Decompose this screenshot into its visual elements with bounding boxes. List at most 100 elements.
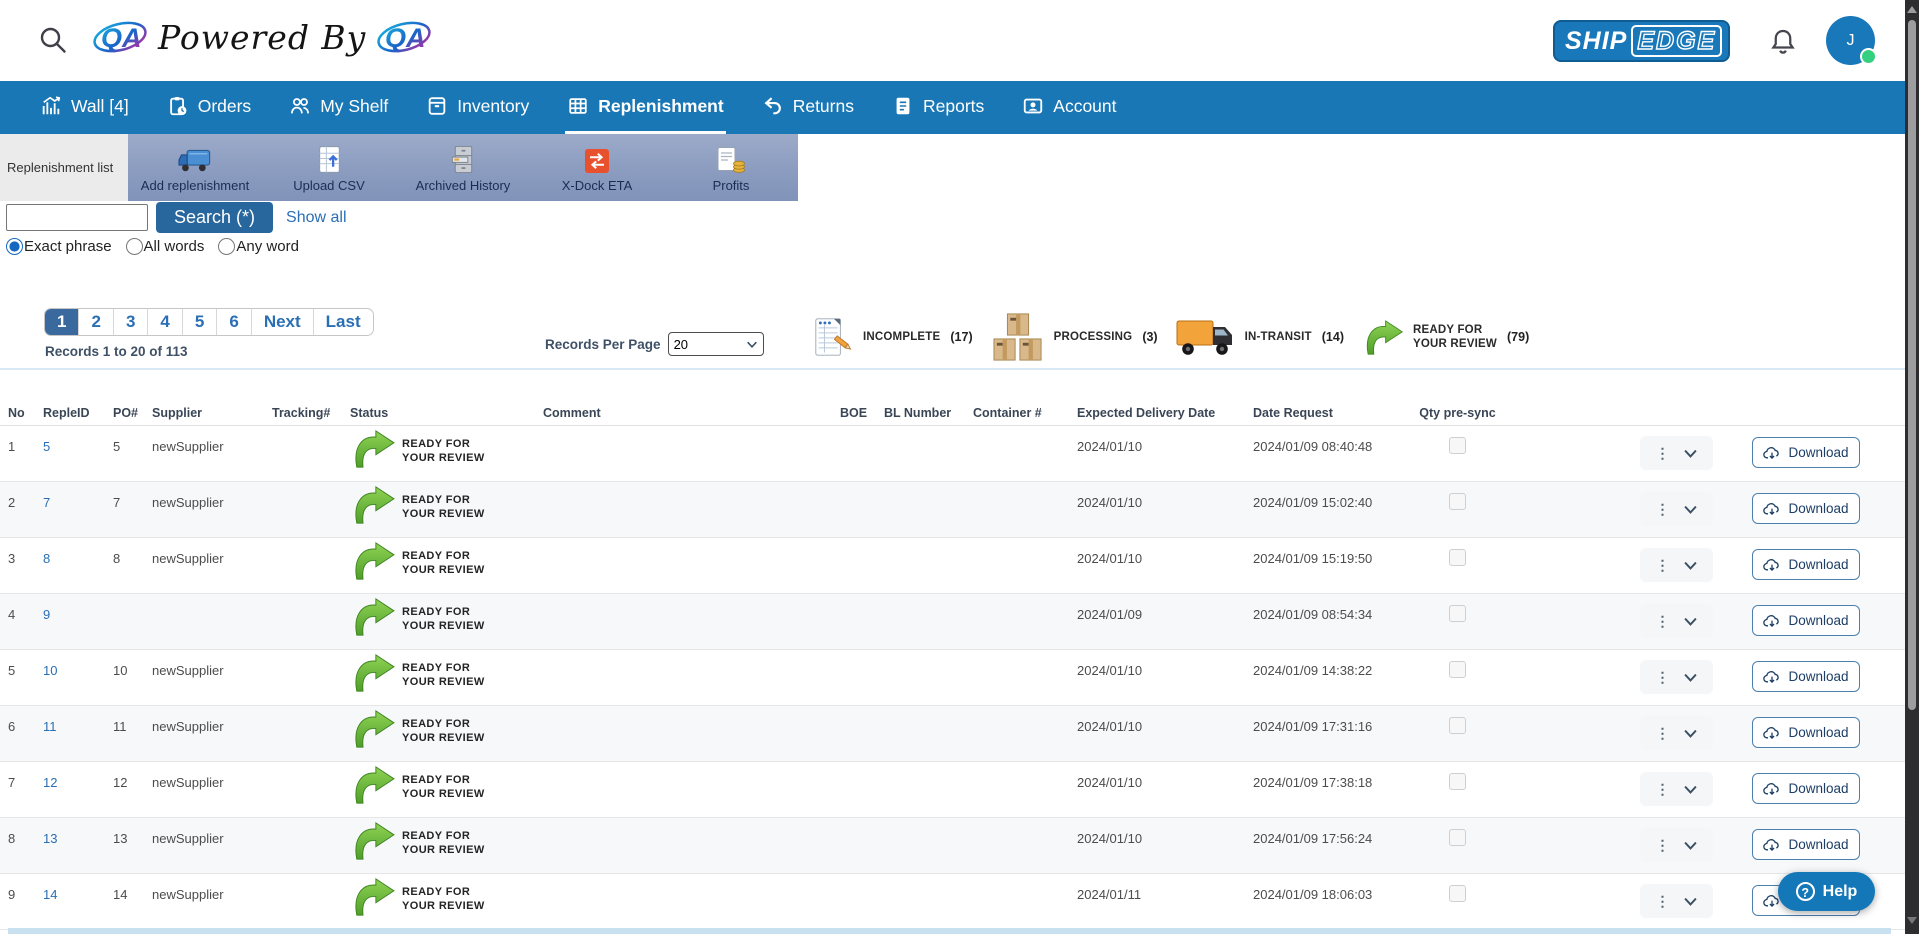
repleid-link[interactable]: 10: [43, 663, 57, 678]
row-actions-menu[interactable]: ⋮: [1640, 828, 1713, 862]
page-button-3[interactable]: 3: [114, 309, 148, 335]
nav-item-orders[interactable]: Orders: [165, 81, 253, 134]
search-mode-all-words[interactable]: All words: [126, 238, 205, 255]
page-button-4[interactable]: 4: [148, 309, 182, 335]
toolbar-button-archived-history[interactable]: Archived History: [396, 134, 530, 201]
repleid-link[interactable]: 14: [43, 887, 57, 902]
download-button[interactable]: Download: [1752, 493, 1860, 524]
nav-item-reports[interactable]: Reports: [890, 81, 986, 134]
download-button[interactable]: Download: [1752, 661, 1860, 692]
cell-po: 7: [113, 482, 152, 537]
cell-status: READY FORYOUR REVIEW: [350, 594, 543, 649]
scroll-up-arrow-icon[interactable]: [1907, 6, 1917, 13]
column-header-no: No: [8, 406, 43, 420]
nav-item-returns[interactable]: Returns: [760, 81, 856, 134]
notifications-bell-icon[interactable]: [1768, 26, 1798, 58]
nav-item-wall-4[interactable]: Wall [4]: [38, 81, 131, 134]
nav-item-replenishment[interactable]: Replenishment: [565, 81, 725, 134]
row-actions-menu[interactable]: ⋮: [1640, 884, 1713, 918]
repleid-link[interactable]: 13: [43, 831, 57, 846]
download-button[interactable]: Download: [1752, 773, 1860, 804]
qty-presync-checkbox[interactable]: [1449, 661, 1466, 678]
cell-no: 4: [8, 594, 43, 649]
user-avatar[interactable]: J: [1826, 16, 1875, 65]
column-header-comment: Comment: [543, 406, 840, 420]
search-button[interactable]: Search (*): [156, 202, 273, 233]
download-button[interactable]: Download: [1752, 605, 1860, 636]
repleid-link[interactable]: 5: [43, 439, 50, 454]
page-button-next[interactable]: Next: [252, 309, 314, 335]
show-all-link[interactable]: Show all: [286, 209, 346, 227]
cell-date-request: 2024/01/09 17:38:18: [1240, 762, 1395, 817]
qty-presync-checkbox[interactable]: [1449, 885, 1466, 902]
toolbar-button-add-replenishment[interactable]: Add replenishment: [128, 134, 262, 201]
radio-input[interactable]: [126, 238, 143, 255]
radio-input[interactable]: [218, 238, 235, 255]
toolbar-label: X-Dock ETA: [562, 178, 633, 193]
row-actions-menu[interactable]: ⋮: [1640, 492, 1713, 526]
cell-qty-presync: [1395, 874, 1520, 929]
search-input[interactable]: [6, 204, 148, 231]
cell-boe: [840, 650, 884, 705]
cell-actions: ⋮: [1640, 650, 1713, 705]
nav-item-account[interactable]: Account: [1020, 81, 1118, 134]
vertical-scrollbar[interactable]: [1905, 0, 1919, 934]
row-actions-menu[interactable]: ⋮: [1640, 436, 1713, 470]
page-button-5[interactable]: 5: [183, 309, 217, 335]
repleid-link[interactable]: 11: [43, 719, 57, 734]
cell-repleid: 9: [43, 594, 113, 649]
qty-presync-checkbox[interactable]: [1449, 829, 1466, 846]
records-per-page-select[interactable]: 20: [668, 332, 764, 356]
cell-po: 12: [113, 762, 152, 817]
download-button[interactable]: Download: [1752, 829, 1860, 860]
search-mode-exact-phrase[interactable]: Exact phrase: [6, 238, 112, 255]
page-button-2[interactable]: 2: [79, 309, 113, 335]
page-button-last[interactable]: Last: [314, 309, 373, 335]
row-actions-menu[interactable]: ⋮: [1640, 660, 1713, 694]
download-button[interactable]: Download: [1752, 549, 1860, 580]
repleid-link[interactable]: 9: [43, 607, 50, 622]
toolbar-button-profits[interactable]: Profits: [664, 134, 798, 201]
scroll-down-arrow-icon[interactable]: [1907, 917, 1917, 924]
qty-presync-checkbox[interactable]: [1449, 717, 1466, 734]
scrollbar-thumb[interactable]: [1908, 20, 1916, 710]
row-actions-menu[interactable]: ⋮: [1640, 716, 1713, 750]
row-actions-menu[interactable]: ⋮: [1640, 604, 1713, 638]
qty-presync-checkbox[interactable]: [1449, 437, 1466, 454]
qty-presync-checkbox[interactable]: [1449, 493, 1466, 510]
toolbar-button-upload-csv[interactable]: Upload CSV: [262, 134, 396, 201]
radio-input[interactable]: [6, 238, 23, 255]
ready-arrow-icon: [350, 597, 396, 637]
row-actions-menu[interactable]: ⋮: [1640, 772, 1713, 806]
shipedge-logo-edge: EDGE: [1631, 25, 1722, 58]
nav-item-my-shelf[interactable]: My Shelf: [287, 81, 390, 134]
cell-container: [973, 426, 1077, 481]
search-icon[interactable]: [38, 25, 68, 55]
nav-item-inventory[interactable]: Inventory: [424, 81, 531, 134]
toolbar-icon: [450, 145, 476, 174]
repleid-link[interactable]: 7: [43, 495, 50, 510]
page-button-1[interactable]: 1: [45, 309, 79, 335]
cell-po: 14: [113, 874, 152, 929]
horizontal-scrollbar[interactable]: [8, 928, 1891, 934]
repleid-link[interactable]: 12: [43, 775, 57, 790]
qty-presync-checkbox[interactable]: [1449, 549, 1466, 566]
download-button[interactable]: Download: [1752, 437, 1860, 468]
download-button[interactable]: Download: [1752, 717, 1860, 748]
online-status-dot: [1860, 48, 1877, 65]
toolbar-button-x-dock-eta[interactable]: X-Dock ETA: [530, 134, 664, 201]
qty-presync-checkbox[interactable]: [1449, 773, 1466, 790]
cell-date-request: 2024/01/09 18:06:03: [1240, 874, 1395, 929]
cell-spacer: [1713, 538, 1752, 593]
row-actions-menu[interactable]: ⋮: [1640, 548, 1713, 582]
repleid-link[interactable]: 8: [43, 551, 50, 566]
cell-spacer: [1520, 818, 1640, 873]
cell-expected-delivery: 2024/01/10: [1077, 426, 1240, 481]
cell-supplier: newSupplier: [152, 874, 272, 929]
search-mode-any-word[interactable]: Any word: [218, 238, 299, 255]
cell-repleid: 13: [43, 818, 113, 873]
help-button[interactable]: ? Help: [1778, 872, 1875, 911]
table-row-8: 8 13 13 newSupplier READY FORYOUR REVIEW…: [0, 818, 1905, 874]
page-button-6[interactable]: 6: [217, 309, 251, 335]
qty-presync-checkbox[interactable]: [1449, 605, 1466, 622]
